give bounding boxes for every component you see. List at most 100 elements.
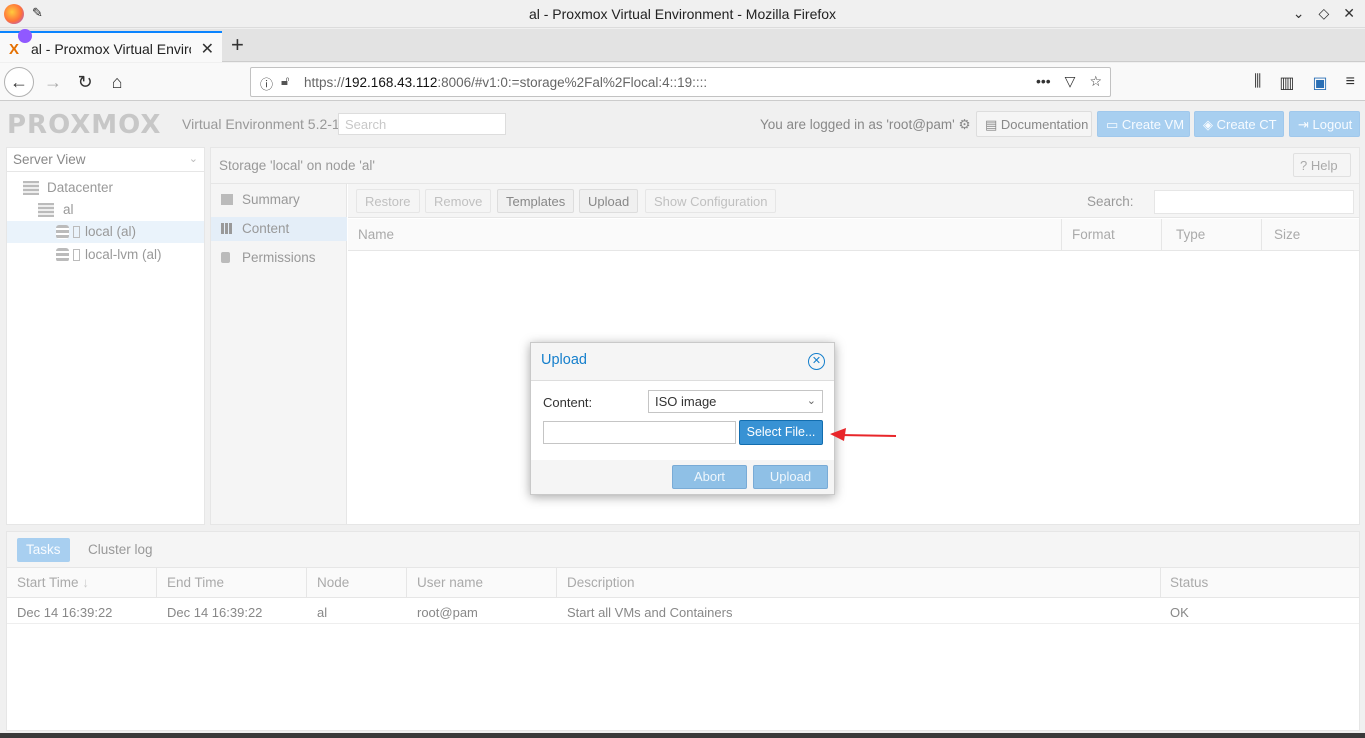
url-text: https://192.168.43.112:8006/#v1:0:=stora… [304, 75, 708, 90]
column-size[interactable]: Size [1274, 227, 1300, 242]
reload-icon: ↻ [77, 71, 93, 92]
gear-icon[interactable]: ⚙ [959, 117, 971, 132]
log-tabs: Tasks Cluster log [7, 532, 1359, 568]
tree-item-datacenter[interactable]: Datacenter [7, 177, 204, 199]
search-label: Search: [1087, 194, 1134, 209]
reload-button[interactable]: ↻ [70, 67, 100, 97]
table-row[interactable]: Dec 14 16:39:22 Dec 14 16:39:22 al root@… [7, 598, 1359, 624]
select-file-button[interactable]: Select File... [739, 420, 823, 445]
show-configuration-button[interactable]: Show Configuration [645, 189, 777, 213]
grid-icon [221, 223, 233, 234]
upload-submit-button[interactable]: Upload [753, 465, 828, 489]
view-selector[interactable]: Server View ⌄ [7, 148, 204, 172]
column-end-time[interactable]: End Time [167, 575, 224, 590]
dialog-header: Upload ✕ [531, 343, 834, 381]
menu-icon[interactable]: ≡ [1346, 73, 1355, 93]
home-button[interactable]: ⌂ [102, 67, 132, 97]
documentation-button[interactable]: ▤ Documentation [976, 111, 1092, 137]
node-online-icon [38, 203, 54, 217]
subnav-summary[interactable]: Summary [211, 188, 347, 212]
sort-down-icon: ↓ [82, 575, 90, 590]
header-search-input[interactable]: Search [338, 113, 506, 135]
create-vm-button[interactable]: ▭ Create VM [1097, 111, 1190, 137]
column-name[interactable]: Name [358, 227, 394, 242]
notification-badge-icon [18, 29, 32, 43]
datacenter-icon [23, 181, 39, 195]
column-status[interactable]: Status [1170, 575, 1208, 590]
extension-icon[interactable]: ▣ [1313, 73, 1328, 93]
pve-header: PROXMOX Virtual Environment 5.2-1 Search… [0, 102, 1365, 144]
column-description[interactable]: Description [567, 575, 635, 590]
upload-button[interactable]: Upload [579, 189, 639, 213]
close-icon[interactable]: ✕ [808, 353, 825, 370]
version-label: Virtual Environment 5.2-1 [182, 116, 340, 132]
sign-out-icon: ⇥ [1298, 117, 1309, 132]
storage-icon [56, 225, 69, 239]
cell-status: OK [1170, 605, 1189, 620]
column-node[interactable]: Node [317, 575, 349, 590]
cell-start: Dec 14 16:39:22 [17, 605, 113, 620]
tree-item-local-lvm-storage[interactable]: local-lvm (al) [7, 244, 204, 266]
window-titlebar: ✎ al - Proxmox Virtual Environment - Moz… [0, 0, 1365, 28]
remove-button[interactable]: Remove [425, 189, 492, 213]
disk-icon [73, 226, 80, 238]
proxmox-logo: PROXMOX [7, 110, 162, 140]
minimize-icon[interactable]: ⌄ [1293, 5, 1305, 22]
column-start-time[interactable]: Start Time ↓ [17, 575, 89, 590]
monitor-icon: ▭ [1106, 117, 1119, 132]
subnav-content[interactable]: Content [211, 217, 347, 241]
browser-tab[interactable]: X al - Proxmox Virtual Environment ✕ [0, 29, 222, 62]
templates-button[interactable]: Templates [497, 189, 575, 213]
storage-subnav: Summary Content Permissions [211, 184, 347, 524]
library-icon[interactable]: ⫼ [1254, 73, 1261, 93]
file-path-input[interactable] [543, 421, 736, 444]
content-search-input[interactable] [1154, 190, 1354, 214]
book-icon: ▤ [985, 117, 998, 132]
taskbar-strip [0, 733, 1365, 738]
pocket-icon[interactable]: ▽ [1065, 73, 1076, 90]
tree-item-node[interactable]: al [7, 199, 204, 221]
tab-tasks[interactable]: Tasks [17, 538, 70, 562]
back-button[interactable]: ← [4, 67, 34, 97]
subnav-permissions[interactable]: Permissions [211, 246, 347, 270]
arrow-right-icon: → [44, 71, 62, 92]
help-button[interactable]: ? Help [1293, 153, 1351, 177]
close-tab-icon[interactable]: ✕ [201, 39, 214, 59]
proxmox-favicon-icon: X [9, 41, 20, 58]
forward-button[interactable]: → [38, 67, 68, 97]
insecure-lock-icon[interactable]: 🔓︎ [281, 73, 289, 89]
abort-button[interactable]: Abort [672, 465, 747, 489]
dialog-body: Content: ISO image ⌄ Select File... [531, 381, 834, 460]
sidebar-icon[interactable]: ▥ [1279, 73, 1294, 93]
window-controls: ⌄ ◇ ✕ [1293, 5, 1355, 22]
new-tab-icon[interactable]: + [231, 32, 244, 58]
content-type-select[interactable]: ISO image ⌄ [648, 390, 823, 413]
more-actions-icon[interactable]: ••• [1036, 73, 1051, 90]
tree-item-local-storage[interactable]: local (al) [7, 221, 204, 243]
maximize-icon[interactable]: ◇ [1318, 5, 1329, 22]
storage-icon [56, 248, 69, 262]
column-format[interactable]: Format [1072, 227, 1115, 242]
tab-strip: X al - Proxmox Virtual Environment ✕ + [0, 29, 1365, 62]
info-icon[interactable]: ⓘ [260, 74, 273, 93]
logout-button[interactable]: ⇥ Logout [1289, 111, 1360, 137]
question-icon: ? [1300, 158, 1308, 173]
book-icon [221, 194, 233, 205]
close-window-icon[interactable]: ✕ [1343, 5, 1355, 22]
content-grid-header: Name Format Type Size [348, 219, 1359, 251]
cube-icon: ◈ [1203, 117, 1213, 132]
create-ct-button[interactable]: ◈ Create CT [1194, 111, 1284, 137]
resource-tree: Server View ⌄ Datacenter al local (al) l… [6, 147, 205, 525]
tab-cluster-log[interactable]: Cluster log [79, 538, 162, 562]
bookmark-star-icon[interactable]: ☆ [1089, 73, 1102, 90]
chevron-down-icon: ⌄ [188, 153, 198, 165]
tab-label: al - Proxmox Virtual Environment [31, 41, 191, 57]
restore-button[interactable]: Restore [356, 189, 420, 213]
cell-node: al [317, 605, 328, 620]
url-bar[interactable]: ⓘ 🔓︎ https://192.168.43.112:8006/#v1:0:=… [250, 67, 1111, 97]
navigation-toolbar: ← → ↻ ⌂ ⓘ 🔓︎ https://192.168.43.112:8006… [0, 63, 1365, 101]
logged-in-label: You are logged in as 'root@pam' ⚙ [760, 117, 971, 132]
window-title: al - Proxmox Virtual Environment - Mozil… [528, 6, 837, 22]
column-user-name[interactable]: User name [417, 575, 483, 590]
column-type[interactable]: Type [1176, 227, 1205, 242]
